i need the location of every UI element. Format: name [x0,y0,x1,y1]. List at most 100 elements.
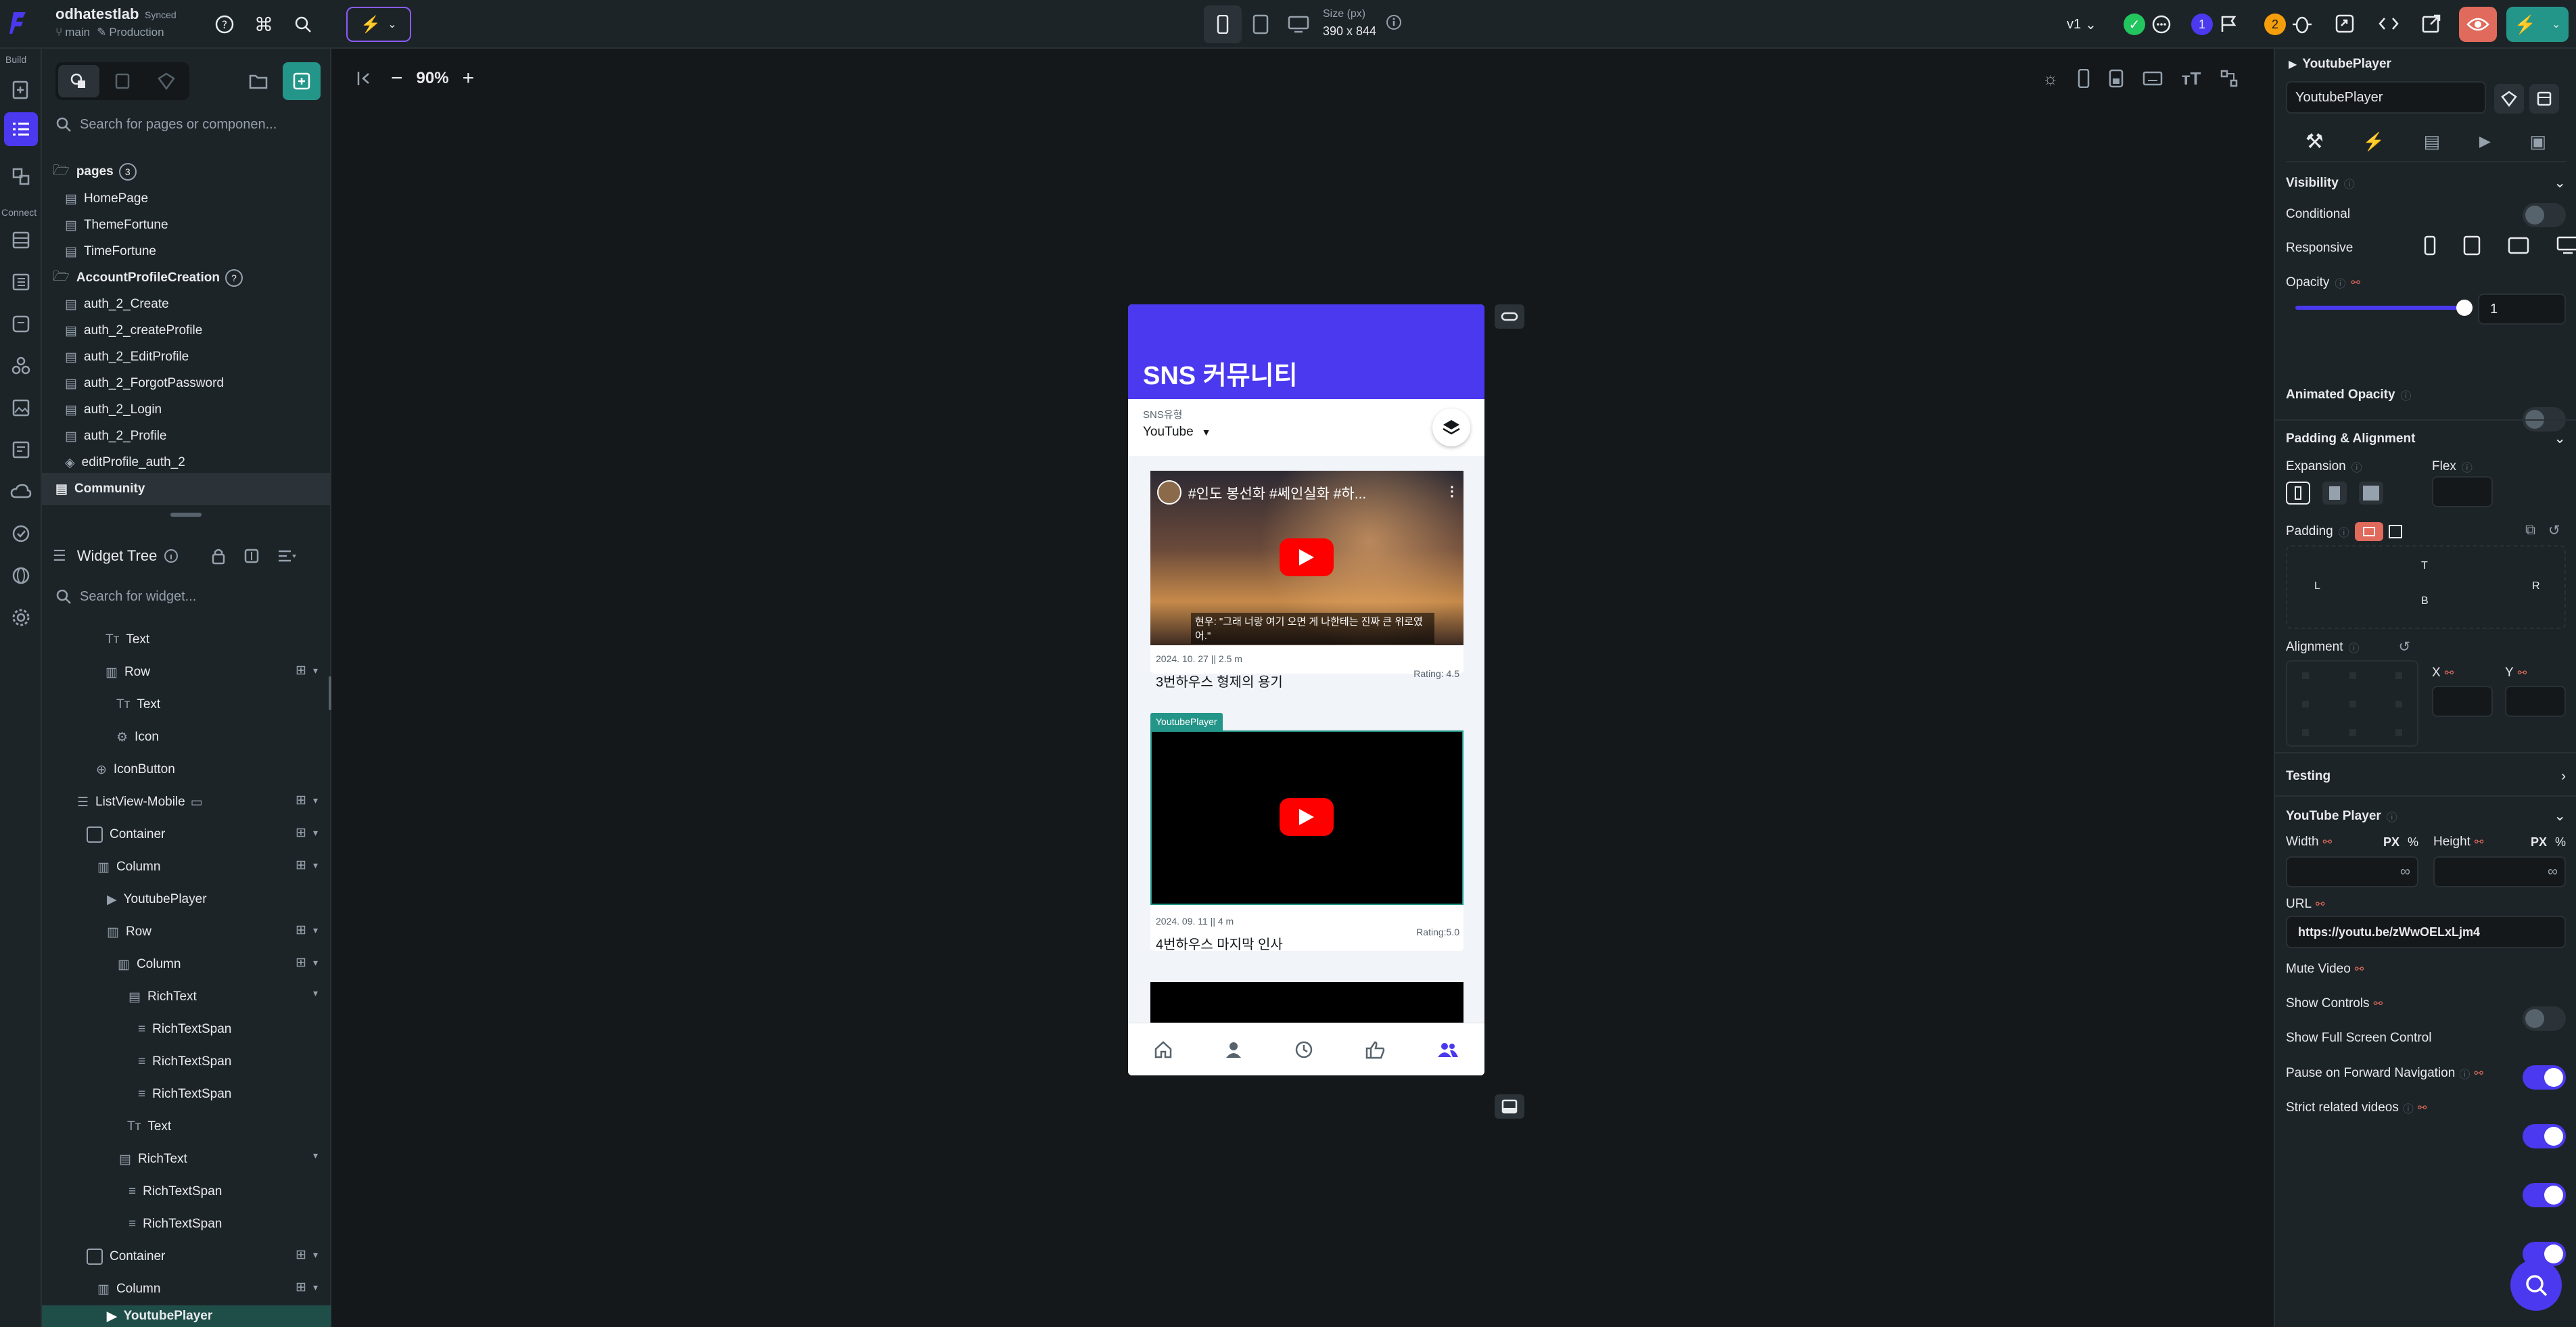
info-icon[interactable]: ⓘ [2335,275,2345,291]
align-bottom-right[interactable] [2395,729,2402,736]
flag-icon[interactable] [2218,14,2239,34]
youtube-player-selected[interactable] [1150,730,1463,905]
settings-gear-icon[interactable] [0,597,42,638]
variable-icon[interactable]: ⚯ [2518,666,2527,680]
url-input[interactable]: https://youtu.be/zWwOELxLjm4 [2286,916,2566,948]
zoom-level[interactable]: 90% [417,69,449,88]
pause-forward-toggle[interactable] [2523,1183,2566,1207]
tree-node-row[interactable]: ▥ Row ⊞ ▾ [42,656,331,689]
info-icon[interactable] [1385,14,1403,31]
chevron-down-icon[interactable]: ▾ [313,860,318,871]
wrap-widget-icon[interactable]: ⊞ [296,955,306,971]
padding-alignment-header[interactable]: Padding & Alignment ⌄ [2286,430,2566,447]
home-icon[interactable] [1154,1040,1173,1059]
wrap-widget-icon[interactable]: ⊞ [296,923,306,938]
layout-options-icon[interactable] [2220,69,2239,88]
run-test-button[interactable]: ⚡ ⌄ [2506,7,2569,42]
wrap-widget-icon[interactable]: ⊞ [296,1280,306,1295]
size-value[interactable]: 390 x 844 [1323,24,1376,39]
wrap-widget-icon[interactable]: ⊞ [296,825,306,841]
opacity-slider[interactable] [2295,300,2473,316]
chevron-down-icon[interactable]: ▾ [313,1249,318,1261]
new-folder-icon[interactable] [239,62,277,100]
padding-editor[interactable]: T L R B [2286,545,2566,629]
languages-icon[interactable] [0,555,42,597]
media-assets-icon[interactable] [0,387,42,429]
align-bottom-center[interactable] [2349,729,2356,736]
align-x-input[interactable] [2432,686,2493,717]
open-external-icon[interactable] [2421,14,2441,34]
copy-icon[interactable]: ⧉ [2525,522,2535,538]
tablet-visibility-icon[interactable] [2463,235,2481,256]
variable-icon[interactable]: ⚯ [2445,666,2454,680]
keyboard-icon[interactable] [2142,71,2163,86]
sns-type-dropdown[interactable]: YouTube ▼ [1143,425,1211,440]
chevron-down-icon[interactable]: ▾ [313,1282,318,1293]
expansion-flexible-icon[interactable] [2322,482,2347,505]
person-icon[interactable] [1224,1040,1243,1059]
video-card-selected[interactable]: 2024. 09. 11 || 4 m 4번하우스 마지막 인사 Rating:… [1150,730,1463,952]
preview-eye-icon[interactable] [2459,7,2497,42]
properties-tab-icon[interactable]: ⚒ [2305,130,2324,154]
chevron-down-icon[interactable]: ▾ [313,827,318,839]
widget-name-input[interactable]: YoutubePlayer [2286,81,2486,114]
conditional-toggle[interactable] [2523,203,2566,227]
chevron-down-icon[interactable]: ⌄ [2554,808,2566,824]
variable-icon[interactable]: ⚯ [2316,898,2324,911]
more-vert-icon[interactable]: ⋮ [1445,483,1459,500]
backend-query-tab-icon[interactable]: ▤ [2424,131,2441,152]
variable-icon[interactable]: ⚯ [2374,997,2383,1010]
padding-right[interactable]: R [2532,580,2540,592]
light-mode-icon[interactable]: ☼ [2042,68,2059,89]
expand-collapse-icon[interactable] [243,548,260,564]
width-input[interactable]: ∞ [2286,856,2418,887]
align-bottom-left[interactable] [2302,729,2309,736]
phone-frame-icon[interactable] [2078,69,2090,88]
info-icon[interactable]: ⓘ [2349,639,2360,655]
widget-search-input[interactable]: Search for widget... [55,580,319,613]
code-icon[interactable] [2378,14,2399,34]
tree-node-richtextspan[interactable]: ≡ RichTextSpan [42,1078,331,1111]
opacity-input[interactable]: 1 [2478,294,2566,325]
text-scale-icon[interactable]: ᴛT [2182,68,2201,89]
animations-tab-icon[interactable]: ▶ [2479,133,2491,150]
align-center-right[interactable] [2395,701,2402,707]
padding-uniform-icon[interactable] [2354,522,2383,541]
info-icon[interactable]: ⓘ [2401,387,2412,403]
chevron-down-icon[interactable]: ▾ [313,1150,318,1161]
widget-options-icon[interactable] [2529,84,2559,114]
info-icon[interactable]: ⓘ [2459,1065,2470,1081]
cloud-functions-icon[interactable] [0,471,42,513]
video-card[interactable] [1150,982,1463,1023]
youtube-player-section-header[interactable]: YouTube Player ⓘ ⌄ [2286,808,2566,824]
info-icon[interactable]: ⓘ [2403,1100,2414,1116]
info-icon[interactable]: ⓘ [2351,459,2362,475]
info-icon[interactable]: ⓘ [2387,808,2397,824]
tree-node-column[interactable]: ▥ Column ⊞ ▾ [42,948,331,981]
info-icon[interactable] [164,549,179,563]
dreamflow-button[interactable]: ⚡ ⌄ [346,7,411,42]
tree-node-container[interactable]: Container ⊞ ▾ [42,1240,331,1273]
components-icon[interactable] [0,156,42,197]
lock-icon[interactable] [211,547,226,565]
mute-video-toggle[interactable] [2523,1006,2566,1031]
info-icon[interactable]: ⓘ [2462,459,2473,475]
info-icon[interactable]: ⓘ [2339,523,2349,540]
visibility-section-header[interactable]: Visibility ⓘ ⌄ [2286,174,2566,191]
phone-device-icon[interactable] [1204,5,1242,43]
show-controls-toggle[interactable] [2523,1065,2566,1090]
tree-node-richtextspan[interactable]: ≡ RichTextSpan [42,1175,331,1208]
link-icon[interactable] [1495,304,1524,329]
notification-badge-orange[interactable]: 2 [2264,14,2286,35]
phone-visibility-icon[interactable] [2424,235,2436,256]
info-icon[interactable]: ⓘ [2344,175,2355,191]
align-top-right[interactable] [2395,672,2402,679]
collapse-panel-icon[interactable] [346,60,384,97]
tree-node-container[interactable]: Container ⊞ ▾ [42,818,331,851]
pages-tab-icon[interactable] [58,65,99,97]
alignment-grid[interactable] [2286,660,2418,747]
align-center-left[interactable] [2302,701,2309,707]
expansion-default-icon[interactable] [2286,482,2310,505]
help-search-fab-icon[interactable] [2510,1259,2562,1311]
testing-section-header[interactable]: Testing › [2286,768,2566,785]
